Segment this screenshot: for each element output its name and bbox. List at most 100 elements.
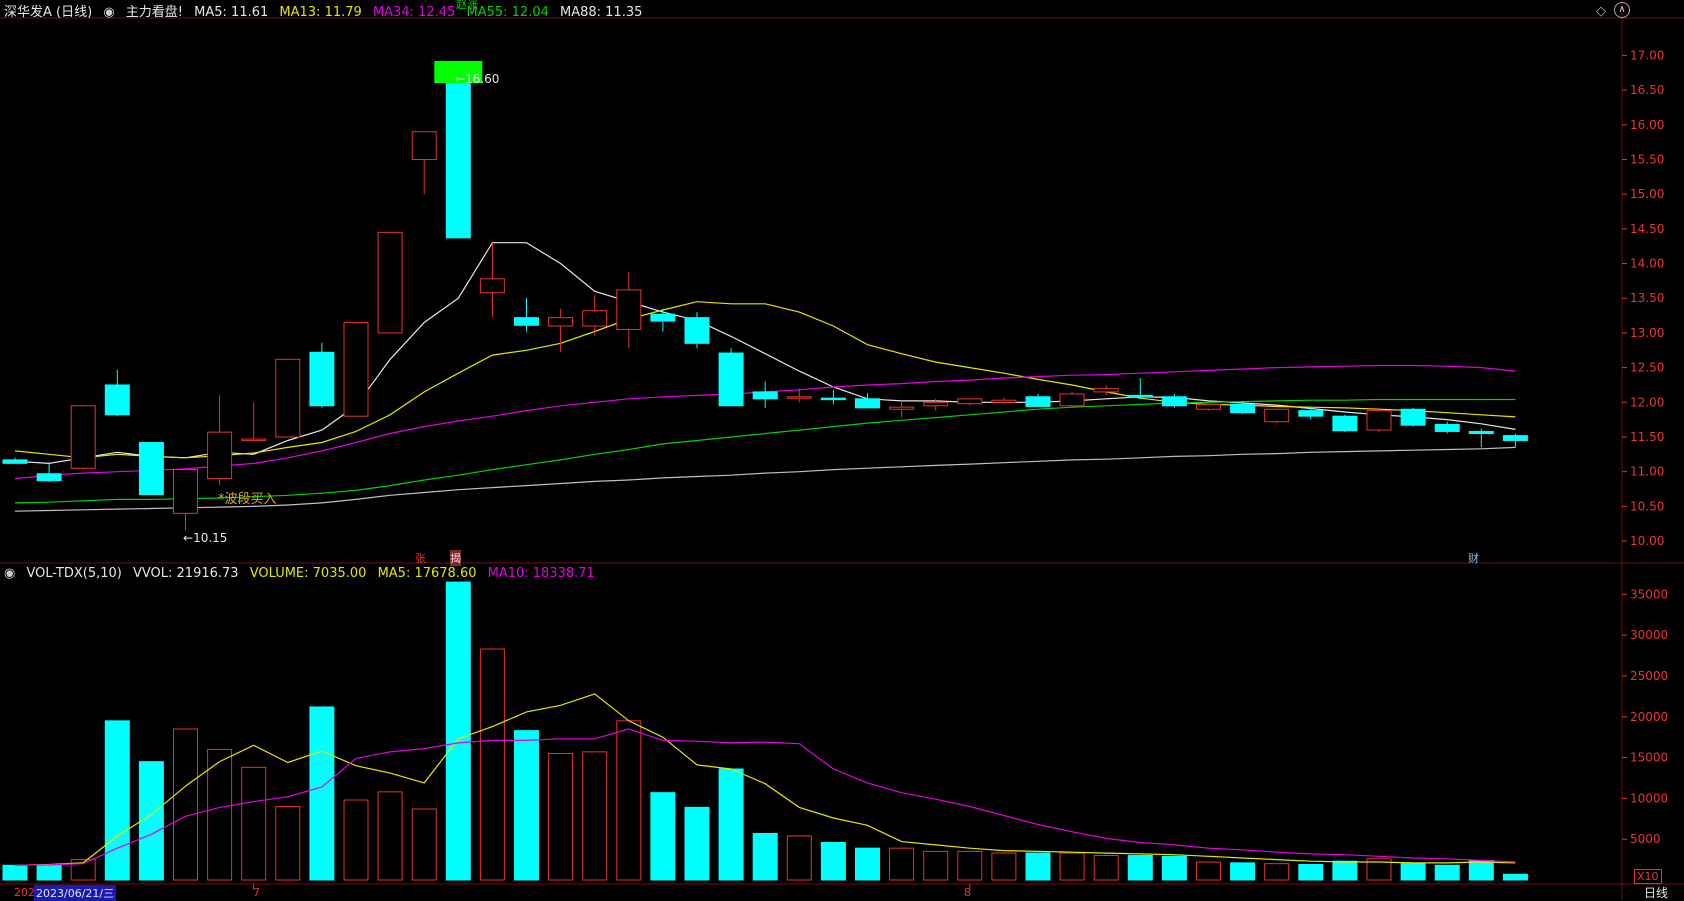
volume-bar: [173, 728, 198, 881]
volume-bar: [650, 792, 676, 881]
volume-bar: [514, 730, 539, 881]
collapse-icon[interactable]: ∧: [1614, 2, 1630, 18]
candle-body: [1502, 435, 1528, 441]
stock-title[interactable]: 深华发A (日线): [4, 5, 92, 20]
candle: [1400, 407, 1426, 427]
candle: [991, 397, 1017, 404]
volume-tick-label: 35000: [1630, 587, 1668, 601]
candle: [820, 389, 846, 405]
candle-body: [207, 431, 233, 480]
price-tick-label: 14.50: [1630, 222, 1664, 236]
candle: [343, 322, 369, 417]
volume-tick-label: 5000: [1630, 832, 1661, 846]
candle-body: [514, 317, 539, 326]
candle: [1366, 407, 1392, 433]
ma55-value: MA55: 12.04: [466, 5, 549, 20]
ma88-value: MA88: 11.35: [560, 5, 643, 20]
candle: [582, 294, 608, 337]
candle: [445, 60, 471, 239]
volume-tick-label: 10000: [1630, 791, 1668, 805]
ma34-value: MA34: 12.45: [372, 5, 456, 20]
candle-body: [1298, 410, 1324, 417]
date-axis-month-8: 8: [964, 886, 971, 899]
candle-body: [173, 469, 198, 514]
candle-body: [343, 322, 369, 417]
vol-ma5-value: MA5: 17678.60: [377, 566, 477, 581]
candle-body: [1434, 424, 1460, 432]
tag-jie[interactable]: 揭: [450, 550, 461, 566]
candle: [309, 342, 335, 408]
candle-body: [684, 317, 710, 344]
candle-body: [241, 438, 267, 442]
volume-bar: [923, 850, 949, 881]
candle-body: [820, 397, 846, 401]
candle: [718, 348, 744, 407]
price-tick-label: 16.50: [1630, 83, 1664, 97]
candle-body: [377, 231, 403, 334]
candle: [514, 298, 539, 332]
volume-bar: [616, 720, 642, 881]
ma13-line: [14, 301, 1516, 459]
candle: [1468, 428, 1494, 448]
low-price-label: ←10.15: [183, 531, 228, 545]
price-tick-label: 12.50: [1630, 361, 1664, 375]
candle-body: [548, 317, 574, 327]
volume-tick-label: 15000: [1630, 751, 1668, 765]
volume-bar: [1025, 852, 1051, 881]
candle: [275, 358, 301, 438]
candle: [1196, 403, 1221, 411]
volume-bar: [411, 808, 437, 881]
candle: [411, 131, 437, 195]
candle-body: [1025, 396, 1051, 407]
tag-cai[interactable]: 财: [1468, 550, 1479, 566]
candle-body: [582, 310, 608, 327]
tag-zhang[interactable]: 张: [415, 550, 426, 566]
candle-body: [1093, 387, 1119, 393]
date-axis-month-7: 7: [253, 886, 260, 899]
candle-body: [889, 406, 915, 410]
candle: [1161, 393, 1187, 408]
candle: [207, 395, 233, 486]
indicator-toggle-icon[interactable]: ◉: [103, 5, 114, 20]
top-tag: 赵涨: [456, 0, 478, 11]
candle-body: [1468, 430, 1494, 435]
price-tick-label: 10.00: [1630, 534, 1664, 548]
chart-canvas[interactable]: 17.00 16.50 16.00 15.50 15.00 14.50 14.00 13.50…: [0, 0, 1684, 900]
volume-bar: [138, 761, 164, 881]
volume-bar: [1161, 855, 1187, 881]
candle-body: [1332, 415, 1358, 432]
period-label[interactable]: 日线: [1644, 884, 1668, 901]
volume-bar: [343, 799, 369, 881]
candle-body: [923, 401, 949, 407]
price-tick-label: 15.50: [1630, 152, 1664, 166]
candle-body: [411, 131, 437, 160]
kline-chart-window[interactable]: 17.00 16.50 16.00 15.50 15.00 14.50 14.00 13.50…: [0, 0, 1684, 901]
vol-indicator-name[interactable]: VOL-TDX(5,10): [26, 566, 121, 581]
volume-bar: [786, 835, 812, 881]
candle-body: [650, 313, 676, 322]
ma13-value: MA13: 11.79: [279, 5, 362, 20]
candle-body: [2, 459, 28, 464]
vol-toggle-icon[interactable]: ◉: [4, 566, 15, 581]
volume-axis: 35000 30000 25000 20000 15000 10000 5000: [1622, 587, 1668, 846]
candle: [1332, 414, 1358, 433]
candle-body: [718, 352, 744, 407]
vvol-value: VVOL: 21916.73: [132, 566, 239, 581]
candle: [70, 405, 96, 470]
price-tick-label: 12.00: [1630, 395, 1664, 409]
volume-bar: [1230, 862, 1256, 881]
indicator-name[interactable]: 主力看盘!: [126, 5, 183, 20]
candle: [1264, 408, 1290, 424]
buy-signal-label: *波段买入: [218, 492, 277, 507]
volume-bar: [1400, 863, 1426, 881]
candle: [889, 402, 915, 418]
candle: [241, 402, 267, 442]
volume-bar: [104, 720, 130, 881]
volume-bar: [1059, 852, 1085, 881]
volume-bar: [479, 648, 505, 881]
volume-bar: [752, 832, 778, 881]
diamond-icon[interactable]: ◇: [1596, 4, 1606, 19]
candle-body: [616, 289, 642, 330]
candle-body: [1127, 394, 1153, 398]
candle: [616, 271, 642, 349]
